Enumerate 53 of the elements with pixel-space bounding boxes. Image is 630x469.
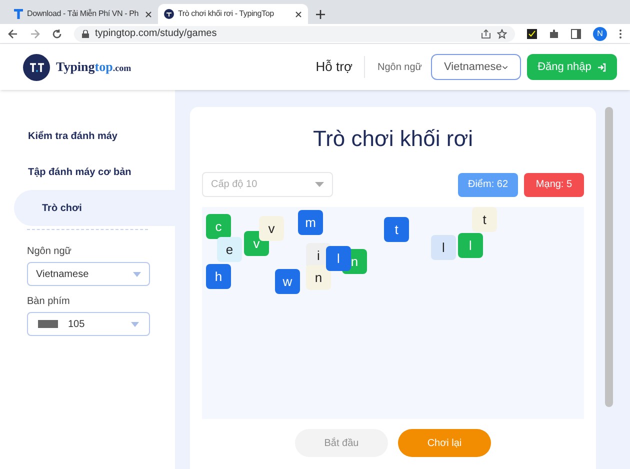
close-icon[interactable] <box>145 10 152 18</box>
letter-block: l <box>326 246 351 271</box>
scrollbar[interactable] <box>605 107 613 407</box>
extension-icon[interactable] <box>527 28 537 38</box>
tab-title: Trò chơi khối rơi - TypingTop <box>178 8 275 20</box>
language-label: Ngôn ngữ <box>377 60 422 74</box>
letter-block: h <box>206 264 231 289</box>
tab-title: Download - Tải Miễn Phí VN - Ph <box>27 8 140 20</box>
letter-block: n <box>306 265 331 290</box>
letter-block: t <box>384 217 409 242</box>
letter-block: t <box>472 207 497 232</box>
share-icon[interactable] <box>481 28 491 38</box>
sidebar-icon[interactable] <box>571 28 581 38</box>
dropdown-icon <box>315 182 324 187</box>
dropdown-icon <box>131 322 139 326</box>
keyboard-icon <box>38 320 58 328</box>
url-text: typingtop.com/study/games <box>95 27 217 41</box>
letter-block: v <box>259 216 284 241</box>
dropdown-icon <box>133 272 141 276</box>
login-icon <box>597 62 606 72</box>
new-tab-icon[interactable] <box>316 10 325 18</box>
favicon-icon <box>164 9 174 19</box>
score-badge: Điểm: 62 <box>458 172 518 196</box>
browser-tab[interactable]: Trò chơi khối rơi - TypingTop <box>158 4 308 24</box>
lives-badge: Mạng: 5 <box>524 172 584 196</box>
keyboard-select[interactable]: 105 <box>27 312 150 336</box>
language-select[interactable]: Vietnamese <box>431 54 521 80</box>
logo-text[interactable]: Typingtop.com <box>56 57 132 77</box>
sidebar-item[interactable]: Kiểm tra đánh máy <box>0 118 175 154</box>
menu-icon[interactable] <box>619 28 622 38</box>
logo-icon[interactable] <box>23 54 50 80</box>
back-icon[interactable] <box>8 28 18 38</box>
star-icon[interactable] <box>497 28 507 38</box>
help-link[interactable]: Hỗ trợ <box>316 57 352 77</box>
language-select[interactable]: Vietnamese <box>27 262 150 286</box>
favicon-icon <box>14 9 23 19</box>
reload-icon[interactable] <box>52 28 62 38</box>
letter-block: l <box>431 235 456 260</box>
letter-block: c <box>206 214 231 239</box>
lock-icon <box>82 30 89 38</box>
language-label: Ngôn ngữ <box>27 245 73 259</box>
chevron-icon <box>502 64 508 70</box>
sidebar-item[interactable]: Trò chơi <box>14 190 175 226</box>
sidebar-item[interactable]: Tập đánh máy cơ bản <box>0 154 175 190</box>
keyboard-label: Bàn phím <box>27 295 71 309</box>
close-icon[interactable] <box>295 10 302 18</box>
letter-block: l <box>458 233 483 258</box>
letter-block: w <box>275 269 300 294</box>
letter-block: e <box>217 237 242 262</box>
address-bar[interactable]: typingtop.com/study/games <box>74 26 515 42</box>
profile-avatar[interactable]: N <box>593 26 607 40</box>
letter-block: m <box>298 210 323 235</box>
game-title: Trò chơi khối rơi <box>312 125 474 153</box>
